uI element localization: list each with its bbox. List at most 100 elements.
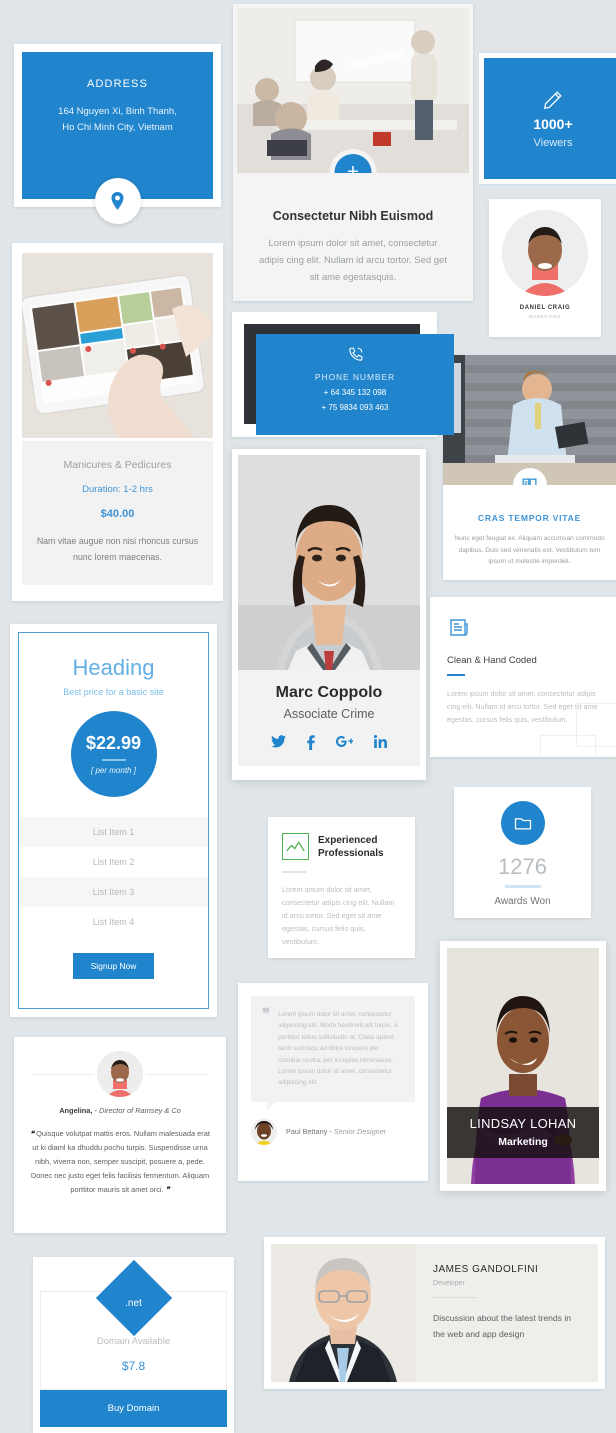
folder-icon [500,801,545,845]
clean-title: Clean & Hand Coded [447,655,537,666]
pricing-feature-list: List Item 1 List Item 2 List Item 3 List… [19,817,208,937]
member-name: JAMES GANDOLFINI [433,1264,539,1275]
service-description: Nam vitae augue non nisi rhoncus cursus … [36,536,199,562]
service-card-manicure: Manicures & Pedicures Duration: 1-2 hrs … [12,243,223,601]
list-item: List Item 2 [92,857,135,867]
testimonial-body: Lorem ipsum dolor sit amet, consectetur … [278,1011,398,1087]
member-role: Developer [433,1280,465,1287]
feature-card-clean: Clean & Hand Coded Lorem ipsum dolor sit… [430,597,616,757]
list-item: List Item 4 [92,917,135,927]
service-duration: Duration: 1-2 hrs [82,484,153,495]
divider [433,1297,477,1298]
avatar [251,1118,277,1145]
avatar [502,210,588,296]
testimonial-card-paul: ❞ Lorem ipsum dolor sit amet, consectetu… [238,983,428,1181]
awards-label: Awards Won [494,896,551,907]
map-pin-icon[interactable] [94,178,141,224]
stat-card-awards: 1276 Awards Won [454,787,591,918]
blog-card-cras: CRAS TEMPOR VITAE Nunc eget feugiat ex. … [443,355,616,580]
team-card-daniel: DANIEL CRAIG MARKETING [489,199,601,337]
manicure-body: Manicures & Pedicures Duration: 1-2 hrs … [22,441,213,585]
quote-open-icon: ❝ [30,1129,35,1138]
twitter-icon[interactable] [271,735,286,750]
phone-number-1[interactable]: + 64 345 132 098 [324,388,387,397]
team-role: MARKETING [528,314,562,319]
domain-price: $7.8 [121,1359,146,1373]
meeting-title: Consectetur Nibh Euismod [272,209,434,223]
address-card: ADDRESS 164 Nguyen Xi, Binh Thanh, Ho Ch… [14,44,221,224]
buy-domain-button[interactable]: Buy Domain [40,1390,227,1427]
lindsay-caption: LINDSAY LOHAN Marketing [447,1107,599,1158]
pricing-heading: Heading [72,655,155,680]
cras-photo [443,355,616,485]
author-role: Senior Designer [333,1127,387,1137]
phone-number-2[interactable]: + 75 9834 093 463 [322,403,389,412]
member-name: LINDSAY LOHAN [469,1116,577,1131]
viewers-stat-card: 1000+ Viewers [478,52,616,185]
profile-card-james: JAMES GANDOLFINI Developer Discussion ab… [264,1237,605,1389]
team-card-lindsay: LINDSAY LOHAN Marketing [440,941,606,1191]
domain-card: Domain Available $7.8 Buy Domain .net [33,1257,234,1433]
experienced-title-line-1: Experienced [318,834,378,846]
testimonial-body: Quisque volutpat mattis eros. Nullam mal… [30,1129,210,1194]
viewers-count: 1000+ [533,115,573,132]
meeting-photo: + [237,8,469,173]
address-line-1: 164 Nguyen Xi, Binh Thanh, [58,106,177,117]
lindsay-photo: LINDSAY LOHAN Marketing [447,948,599,1184]
chart-line-icon [282,833,309,860]
divider [447,674,465,676]
viewers-panel: 1000+ Viewers [484,58,616,179]
pencil-icon [542,89,564,111]
service-price: $40.00 [100,508,135,520]
newspaper-icon [447,615,599,639]
facebook-icon[interactable] [307,735,315,750]
marc-body: Marc Coppolo Associate Crime [238,670,420,766]
member-role: Associate Crime [283,707,375,721]
price-period: [ per month ] [91,766,136,775]
domain-tld: .net [125,1298,142,1309]
tablet-photo [22,253,213,438]
author-name: Angelina, [59,1106,93,1115]
address-line-2: Ho Chi Minh City, Vietnam [62,122,173,133]
angelina-header [27,1051,213,1097]
avatar [97,1051,143,1097]
phone-label: PHONE NUMBER [314,372,396,382]
service-title: Manicures & Pedicures [63,459,172,471]
pricing-subheading: Best price for a basic site [63,687,164,697]
author-role: Director of Ramsey & Co [99,1106,181,1115]
phone-panel: PHONE NUMBER + 64 345 132 098 + 75 9834 … [256,334,454,435]
viewers-label: Viewers [533,136,573,149]
pricing-card: Heading Best price for a basic site $22.… [10,624,217,1017]
price-badge: $22.99 [ per month ] [70,711,157,797]
price-amount: $22.99 [85,733,142,753]
feature-card-experienced: Experienced Professionals Lorem ipsum do… [268,817,415,958]
marc-photo [238,455,420,670]
signup-button[interactable]: Signup Now [72,953,155,979]
google-plus-icon[interactable] [336,735,353,750]
member-description: Discussion about the latest trends in th… [433,1313,572,1339]
quote-close-icon: ❞ [165,1185,170,1194]
james-body: JAMES GANDOLFINI Developer Discussion ab… [416,1244,598,1382]
phone-card: PHONE NUMBER + 64 345 132 098 + 75 9834 … [232,312,454,437]
social-links [238,735,420,750]
experienced-title-line-2: Professionals [318,847,384,859]
address-title: ADDRESS [87,78,148,90]
list-item: List Item 3 [19,877,208,907]
divider [101,759,126,761]
phone-icon [347,346,364,363]
experienced-header: Experienced Professionals [282,833,401,860]
team-card-marc: Marc Coppolo Associate Crime [232,449,426,780]
quote-icon: ❞ [262,1006,271,1023]
page-canvas: ADDRESS 164 Nguyen Xi, Binh Thanh, Ho Ch… [0,0,616,1433]
testimonial-author: Paul Bettany - Senior Designer [251,1118,415,1145]
cras-body: Nunc eget feugiat ex. Aliquam accumsan c… [454,535,605,565]
divider [282,871,306,873]
address-panel: ADDRESS 164 Nguyen Xi, Binh Thanh, Ho Ch… [22,52,213,224]
experienced-body: Lorem ipsum dolor sit amet, consectetur … [282,884,395,946]
divider [504,885,541,888]
cras-title: CRAS TEMPOR VITAE [477,513,582,523]
member-role: Marketing [498,1136,548,1148]
linkedin-icon[interactable] [374,735,387,750]
decor-rect [540,735,596,757]
list-item: List Item 1 [19,817,208,847]
